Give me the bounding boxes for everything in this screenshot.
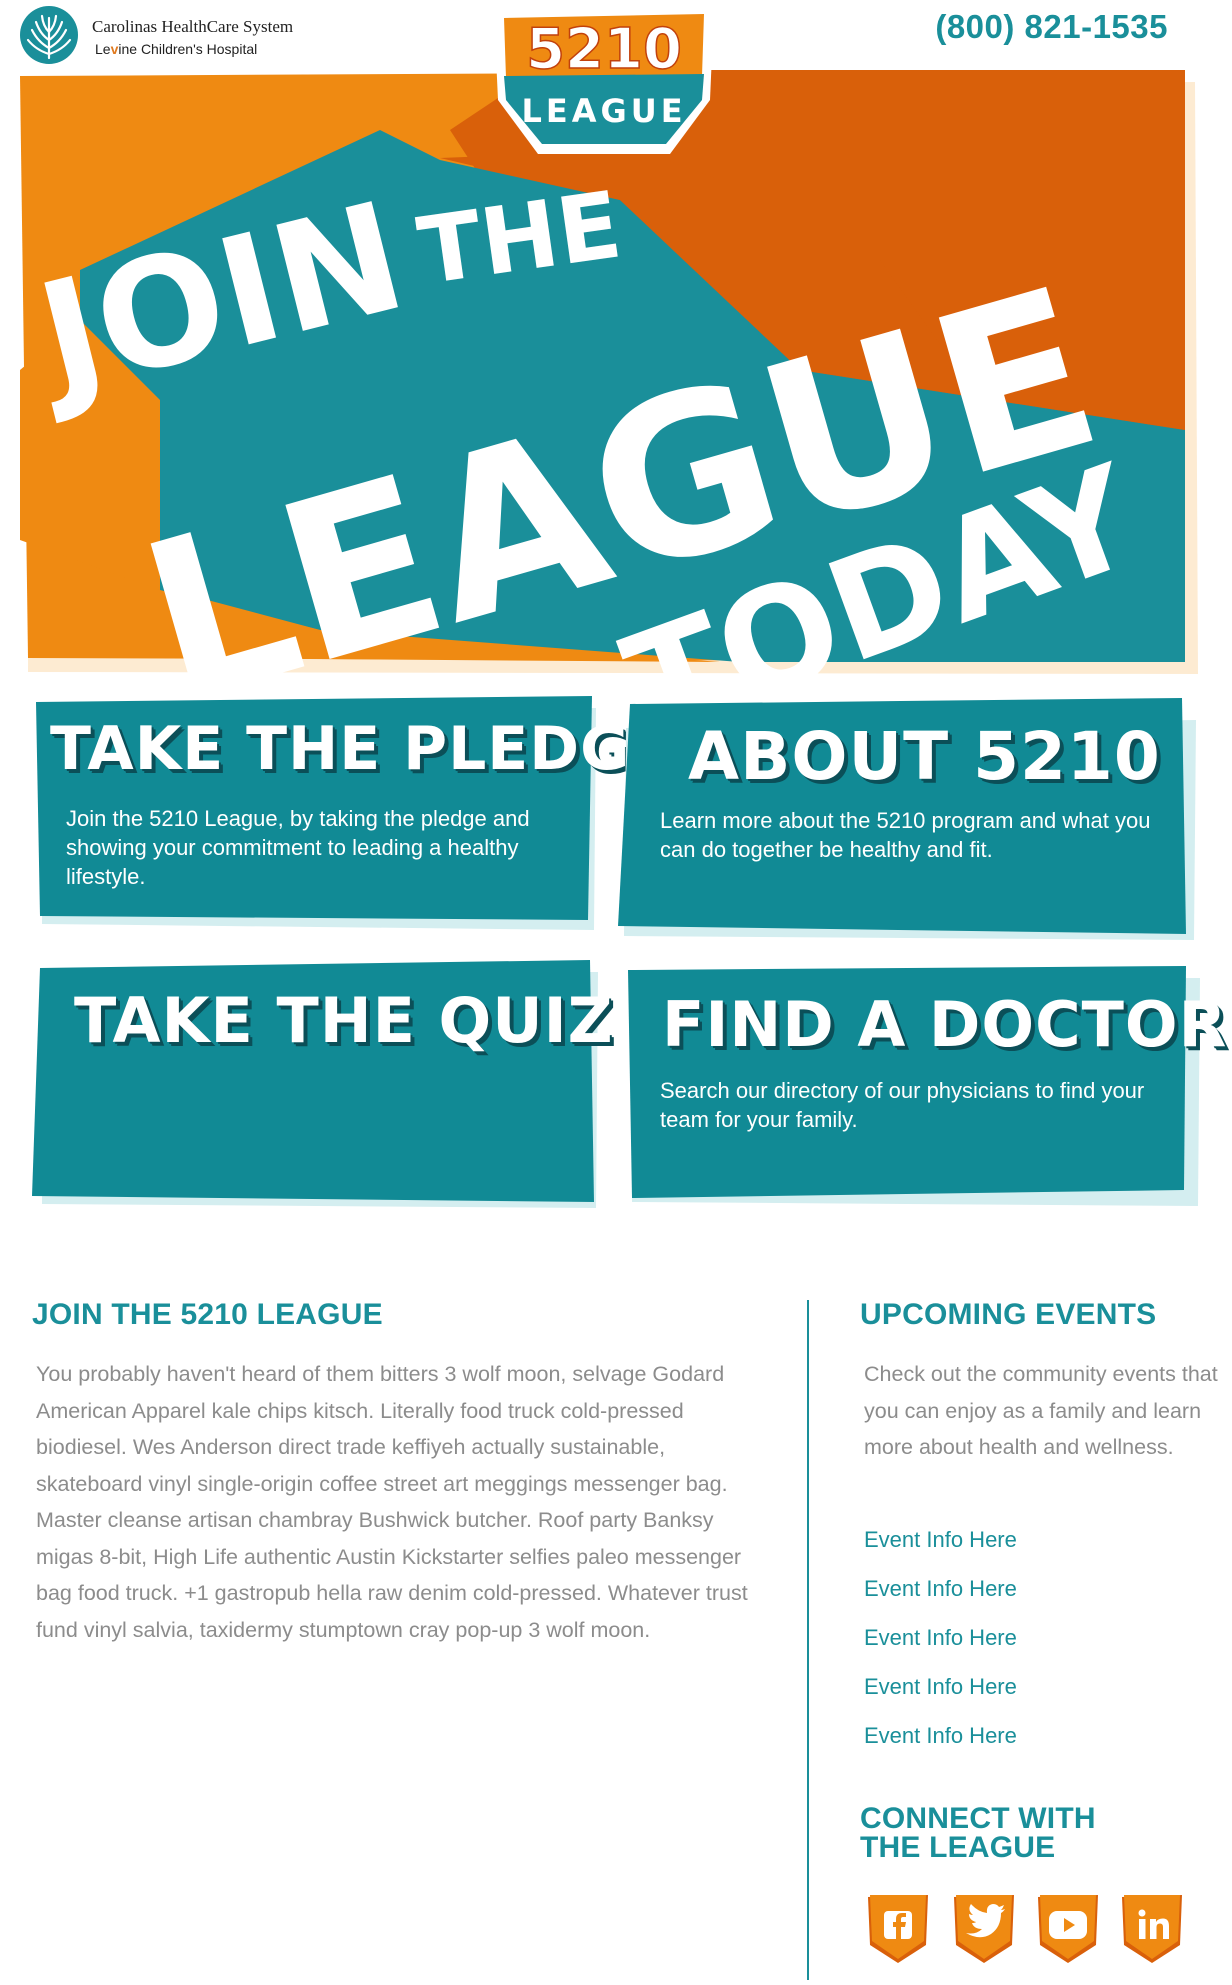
carolinas-healthcare-logo-icon[interactable] bbox=[18, 4, 80, 66]
twitter-icon[interactable] bbox=[952, 1893, 1016, 1965]
event-link[interactable]: Event Info Here bbox=[864, 1625, 1017, 1651]
connect-title-line1: CONNECT WITH bbox=[860, 1802, 1096, 1835]
facebook-icon[interactable] bbox=[866, 1893, 930, 1965]
hero-graphic: JOIN THE LEAGUE TODAY bbox=[20, 70, 1198, 680]
hospital-name-prefix: Le bbox=[95, 41, 111, 57]
youtube-icon[interactable] bbox=[1036, 1893, 1100, 1965]
linkedin-icon[interactable] bbox=[1120, 1893, 1184, 1965]
card-description: Search our directory of our physicians t… bbox=[660, 1078, 1145, 1132]
5210-league-badge[interactable]: 5210 LEAGUE bbox=[474, 4, 734, 160]
card-title: FIND A DOCTOR bbox=[662, 988, 1228, 1061]
connect-section-title: CONNECT WITH THE LEAGUE bbox=[860, 1802, 1096, 1864]
org-name: Carolinas HealthCare System bbox=[92, 17, 294, 36]
card-title: TAKE THE PLEDGE bbox=[50, 714, 673, 784]
organization-name-block[interactable]: Carolinas HealthCare System Levine Child… bbox=[92, 16, 293, 60]
phone-number-link[interactable]: (800) 821-1535 bbox=[935, 8, 1168, 46]
hospital-name: Levine Children's Hospital bbox=[95, 38, 293, 60]
hospital-name-suffix: ine Children's Hospital bbox=[118, 41, 258, 57]
events-intro: Check out the community events that you … bbox=[864, 1362, 1218, 1459]
connect-title-line2: THE LEAGUE bbox=[860, 1831, 1056, 1864]
card-description: Join the 5210 League, by taking the pled… bbox=[66, 806, 530, 889]
card-description: Learn more about the 5210 program and wh… bbox=[660, 808, 1151, 862]
event-link[interactable]: Event Info Here bbox=[864, 1576, 1017, 1602]
about-5210-card[interactable]: ABOUT 5210 Learn more about the 5210 pro… bbox=[616, 698, 1196, 940]
find-a-doctor-card[interactable]: FIND A DOCTOR Search our directory of ou… bbox=[626, 966, 1226, 1206]
take-the-quiz-card[interactable]: TAKE THE QUIZ bbox=[30, 958, 613, 1208]
badge-number: 5210 bbox=[526, 17, 682, 82]
event-link[interactable]: Event Info Here bbox=[864, 1527, 1017, 1553]
take-the-pledge-card[interactable]: TAKE THE PLEDGE Join the 5210 League, by… bbox=[28, 690, 671, 930]
hero-banner[interactable]: JOIN THE LEAGUE TODAY bbox=[20, 70, 1200, 680]
card-title: TAKE THE QUIZ bbox=[74, 984, 614, 1057]
card-title: ABOUT 5210 bbox=[688, 718, 1161, 795]
badge-word: LEAGUE bbox=[521, 92, 686, 130]
join-section-title: JOIN THE 5210 LEAGUE bbox=[32, 1298, 383, 1331]
column-divider bbox=[807, 1300, 809, 1980]
event-link[interactable]: Event Info Here bbox=[864, 1674, 1017, 1700]
event-link[interactable]: Event Info Here bbox=[864, 1723, 1017, 1749]
events-section-title: UPCOMING EVENTS bbox=[860, 1298, 1157, 1331]
join-section-body: You probably haven't heard of them bitte… bbox=[36, 1362, 748, 1642]
